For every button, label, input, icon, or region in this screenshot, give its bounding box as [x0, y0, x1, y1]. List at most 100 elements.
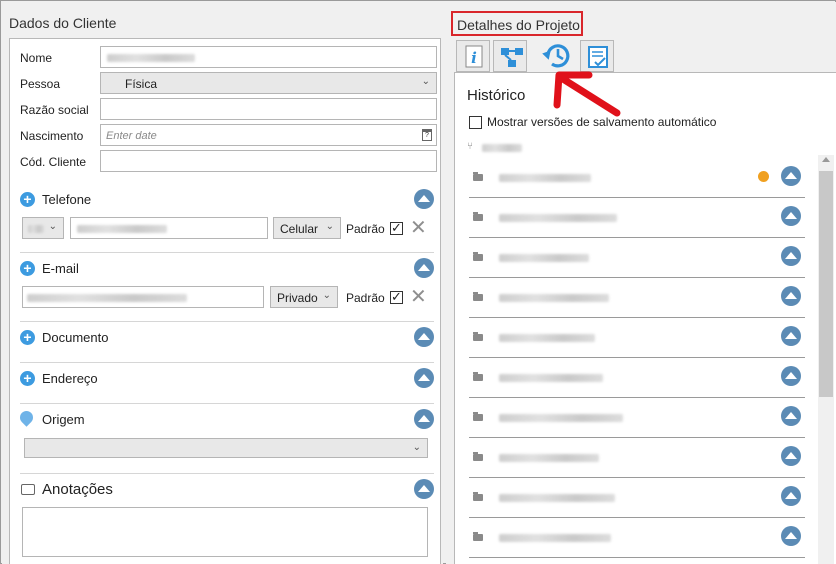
add-icon[interactable]: +	[20, 192, 35, 207]
calendar-icon[interactable]: ?	[422, 129, 432, 141]
branch-icon: ⑂	[467, 141, 473, 152]
remove-telefone-icon[interactable]: ✕	[410, 218, 427, 238]
documento-title: Documento	[42, 330, 109, 345]
pessoa-value: Física	[125, 77, 158, 91]
expand-version-button[interactable]	[781, 526, 801, 546]
collapse-documento-button[interactable]	[414, 327, 434, 347]
collapse-email-button[interactable]	[414, 258, 434, 278]
email-title: E-mail	[42, 261, 79, 276]
expand-version-button[interactable]	[781, 286, 801, 306]
expand-version-button[interactable]	[781, 326, 801, 346]
history-scrollbar[interactable]	[818, 155, 834, 564]
telefone-type-select[interactable]: Celular ⌄	[273, 217, 341, 239]
history-row[interactable]	[469, 398, 805, 438]
telefone-number-input[interactable]	[70, 217, 268, 239]
project-title-highlight: Detalhes do Projeto	[451, 11, 583, 36]
history-row[interactable]	[469, 278, 805, 318]
project-panel-title: Detalhes do Projeto	[457, 17, 580, 33]
expand-version-button[interactable]	[781, 366, 801, 386]
telefone-country-select[interactable]: ⌄	[22, 217, 64, 239]
scroll-thumb[interactable]	[819, 171, 833, 397]
razao-label: Razão social	[20, 103, 89, 117]
email-padrao-label: Padrão	[346, 291, 385, 305]
divider	[20, 252, 434, 253]
folder-icon	[473, 452, 483, 461]
pessoa-select[interactable]: Física ⌄	[100, 72, 437, 94]
folder-icon	[473, 412, 483, 421]
folder-icon	[473, 492, 483, 501]
auto-save-checkbox[interactable]	[469, 116, 482, 129]
collapse-endereco-button[interactable]	[414, 368, 434, 388]
history-row[interactable]	[469, 518, 805, 558]
email-input[interactable]	[22, 286, 264, 308]
info-icon: i	[465, 45, 483, 68]
expand-version-button[interactable]	[781, 246, 801, 266]
tab-history[interactable]	[540, 40, 574, 73]
email-section-header: + E-mail	[20, 258, 434, 280]
tab-structure[interactable]	[493, 40, 527, 72]
history-icon	[542, 44, 570, 68]
folder-icon	[473, 252, 483, 261]
collapse-origem-button[interactable]	[414, 409, 434, 429]
anotacoes-textarea[interactable]	[22, 507, 428, 557]
chevron-down-icon: ⌄	[325, 221, 334, 232]
divider	[20, 321, 434, 322]
telefone-padrao-checkbox[interactable]	[390, 220, 403, 236]
cod-input[interactable]	[100, 150, 437, 172]
history-row[interactable]	[469, 238, 805, 278]
history-row[interactable]	[469, 438, 805, 478]
telefone-type-value: Celular	[280, 222, 319, 236]
chevron-down-icon: ⌄	[48, 221, 57, 232]
folder-icon	[473, 212, 483, 221]
history-row[interactable]	[469, 318, 805, 358]
remove-email-icon[interactable]: ✕	[410, 287, 427, 307]
email-padrao-checkbox[interactable]	[390, 289, 403, 305]
client-panel: Dados do Cliente Nome Pessoa Física ⌄ Ra…	[2, 2, 443, 564]
nome-label: Nome	[20, 51, 53, 65]
tab-info[interactable]: i	[456, 40, 490, 72]
chevron-down-icon: ⌄	[421, 76, 430, 87]
nascimento-placeholder: Enter date	[106, 130, 157, 142]
collapse-anotacoes-button[interactable]	[414, 479, 434, 499]
add-icon[interactable]: +	[20, 371, 35, 386]
pessoa-row: Pessoa Física ⌄	[20, 72, 437, 95]
origem-title: Origem	[42, 412, 85, 427]
razao-input[interactable]	[100, 98, 437, 120]
expand-version-button[interactable]	[781, 406, 801, 426]
endereco-title: Endereço	[42, 371, 98, 386]
expand-version-button[interactable]	[781, 206, 801, 226]
anotacoes-section-header: Anotações	[20, 479, 434, 501]
expand-version-button[interactable]	[781, 446, 801, 466]
tab-checklist[interactable]	[580, 40, 614, 72]
svg-text:i: i	[471, 49, 477, 67]
origem-select[interactable]: ⌄	[24, 438, 428, 458]
folder-icon	[473, 372, 483, 381]
telefone-section-header: + Telefone	[20, 189, 434, 211]
hierarchy-icon	[501, 48, 523, 67]
expand-version-button[interactable]	[781, 486, 801, 506]
email-type-select[interactable]: Privado ⌄	[270, 286, 338, 308]
collapse-telefone-button[interactable]	[414, 189, 434, 209]
divider	[20, 473, 434, 474]
history-panel: Histórico Mostrar versões de salvamento …	[454, 72, 836, 564]
folder-icon	[473, 332, 483, 341]
history-row[interactable]	[469, 358, 805, 398]
nascimento-input[interactable]: Enter date ?	[100, 124, 437, 146]
add-icon[interactable]: +	[20, 330, 35, 345]
history-row[interactable]	[469, 198, 805, 238]
checklist-icon	[588, 46, 608, 68]
scroll-up-icon[interactable]	[822, 157, 830, 162]
divider	[20, 403, 434, 404]
window: Dados do Cliente Nome Pessoa Física ⌄ Ra…	[0, 0, 836, 564]
history-title: Histórico	[467, 87, 526, 104]
project-panel: Detalhes do Projeto i Histórico Mostrar …	[446, 2, 836, 564]
expand-version-button[interactable]	[781, 166, 801, 186]
add-icon[interactable]: +	[20, 261, 35, 276]
nome-input[interactable]	[100, 46, 437, 68]
anotacoes-title: Anotações	[42, 481, 113, 498]
pessoa-label: Pessoa	[20, 77, 61, 91]
history-row[interactable]	[469, 478, 805, 518]
origem-section-header: Origem	[17, 408, 434, 431]
comment-icon	[21, 484, 35, 495]
history-row[interactable]	[469, 158, 805, 198]
